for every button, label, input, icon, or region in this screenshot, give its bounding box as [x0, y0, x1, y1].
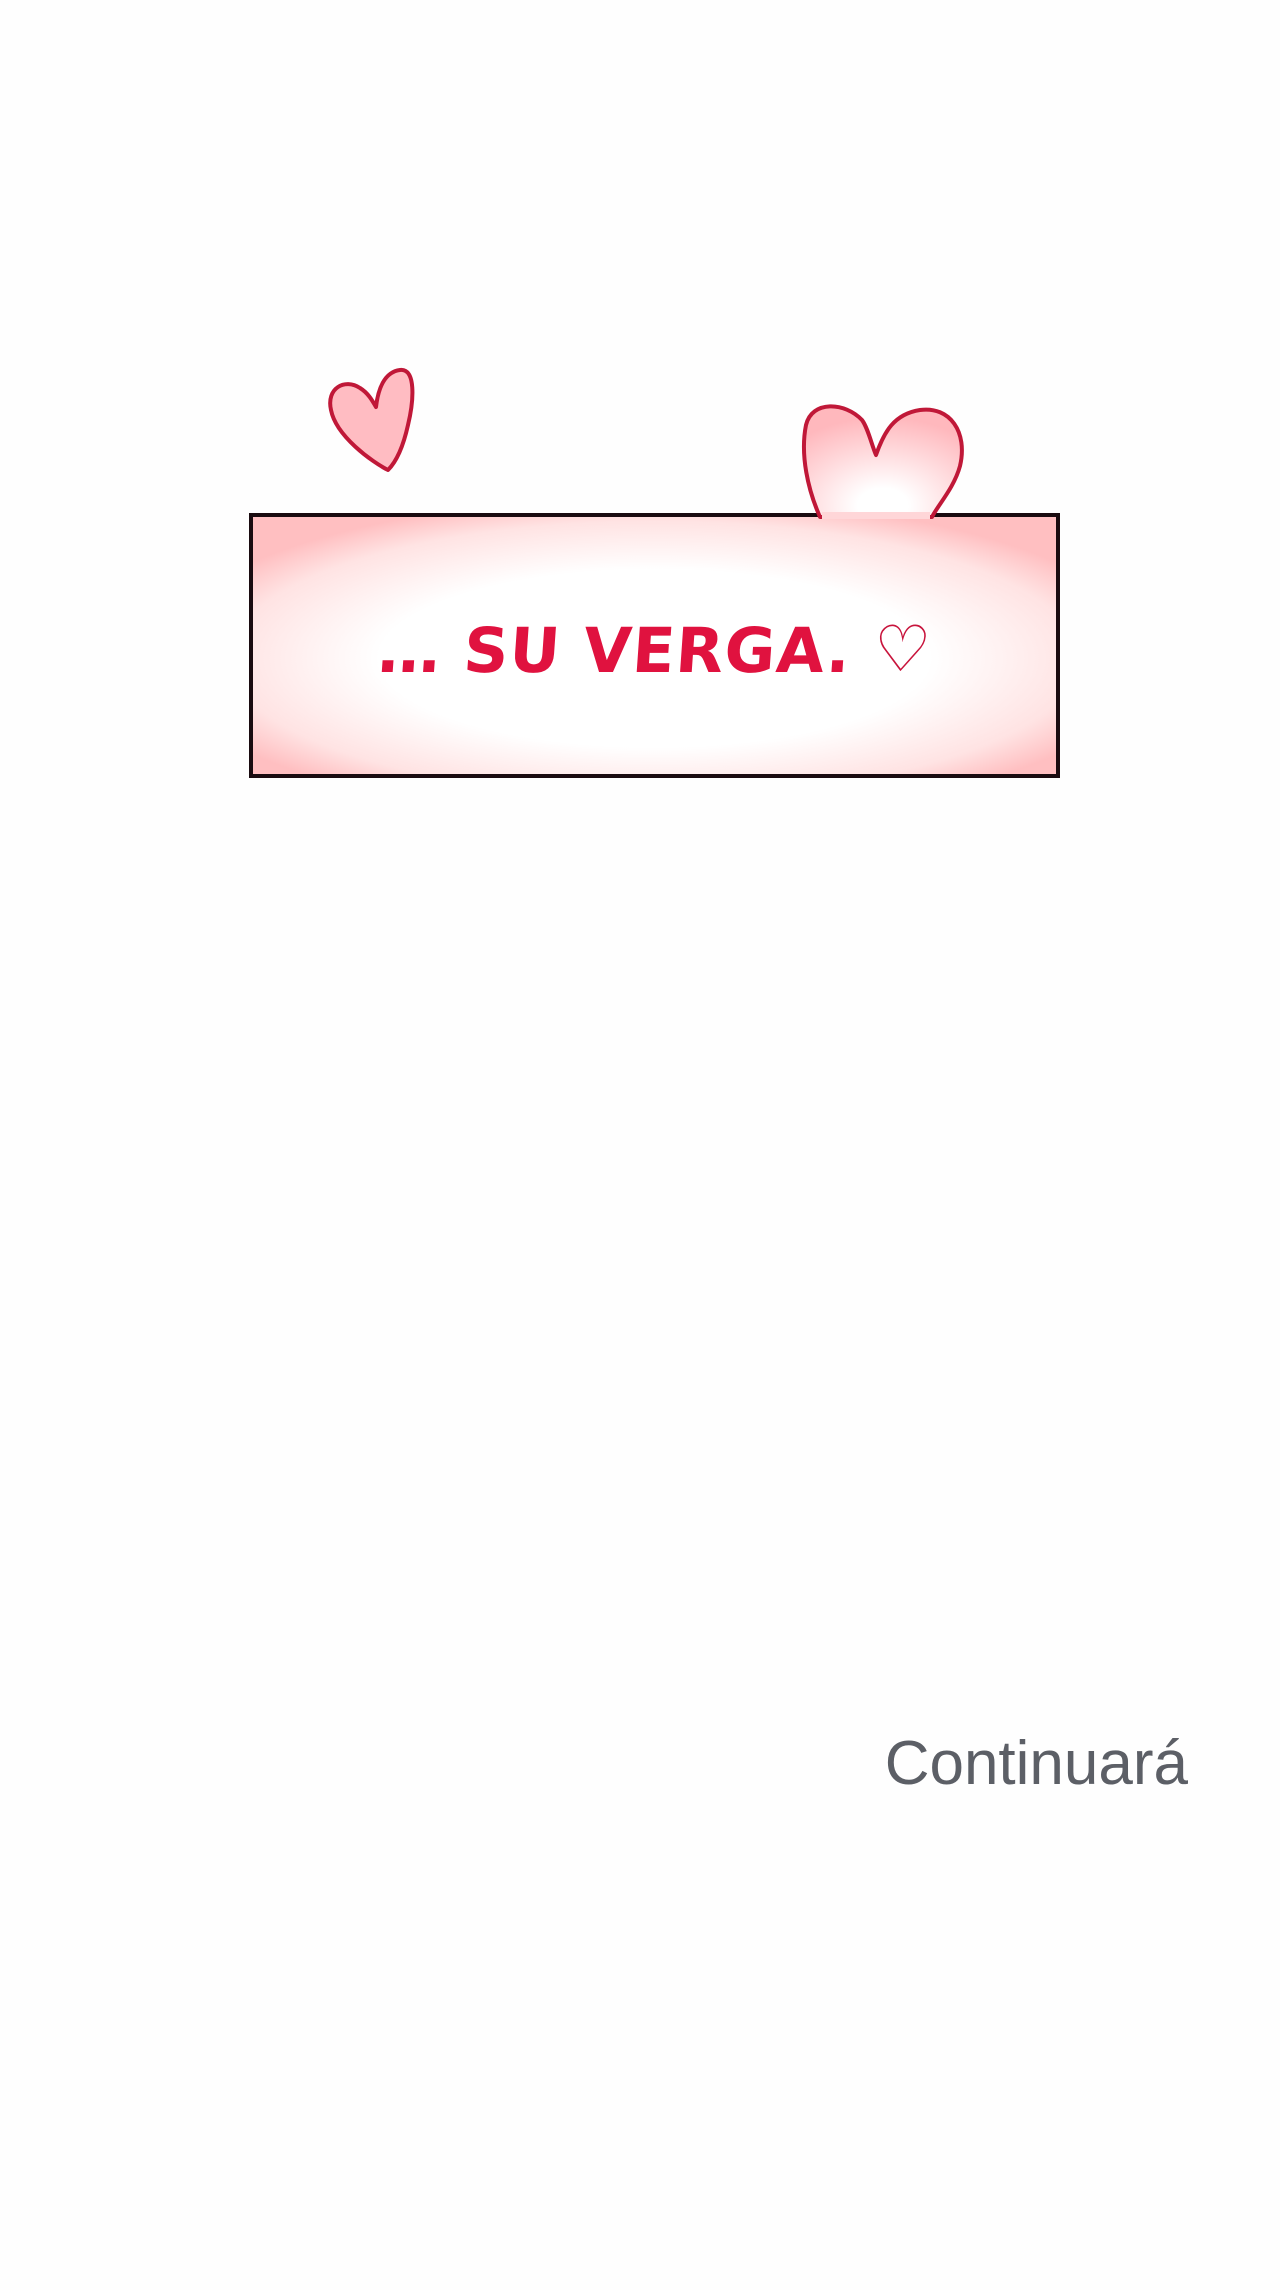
caption-text: … SU VERGA. ♡	[245, 580, 1065, 720]
comic-page: … SU VERGA. ♡ Continuará	[0, 0, 1280, 2290]
heart-icon-left	[328, 368, 415, 472]
caption-line: … SU VERGA.	[375, 613, 854, 687]
heart-icon-right	[802, 404, 964, 519]
heart-glyph: ♡	[870, 613, 935, 687]
continue-label: Continuará	[884, 1729, 1188, 1798]
caption-box-art	[249, 368, 1060, 778]
